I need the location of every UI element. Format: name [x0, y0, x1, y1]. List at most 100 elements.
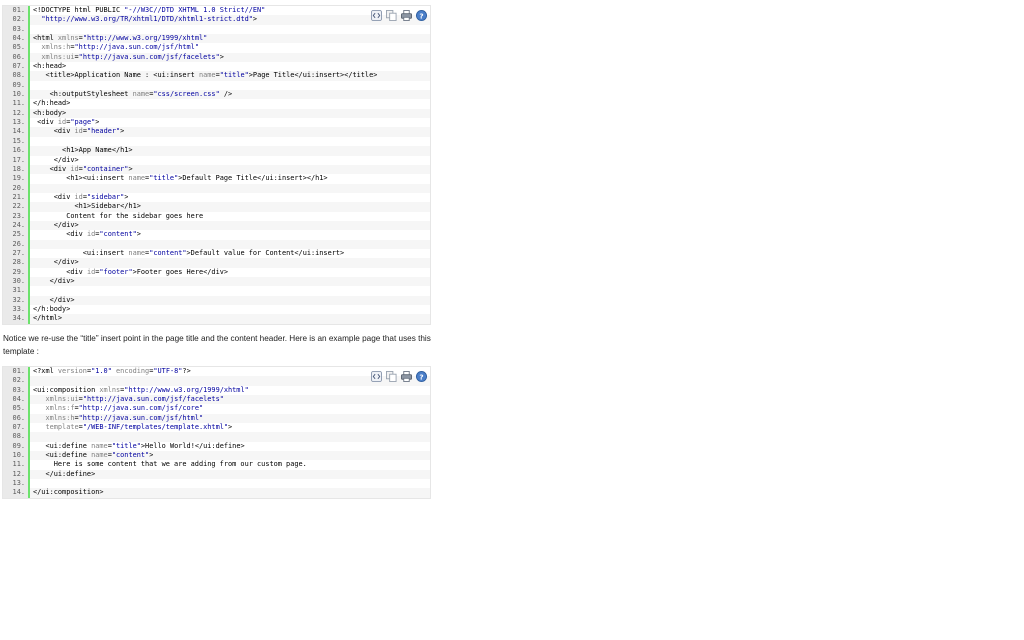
- code-text: </ui:define>: [33, 469, 96, 478]
- line-number: 27.: [3, 248, 30, 259]
- code-text: Here is some content that we are adding …: [33, 460, 307, 469]
- code-toolbar: ?: [370, 370, 427, 382]
- code-line: 27. <ui:insert name="content">Default va…: [3, 248, 430, 259]
- code-line: 26.: [3, 239, 430, 249]
- code-line: 25. <div id="content">: [3, 230, 430, 240]
- code-line: 13.: [3, 479, 430, 489]
- help-icon[interactable]: ?: [415, 370, 427, 382]
- line-number: 07.: [3, 62, 30, 72]
- line-number: 01.: [3, 367, 30, 377]
- code-line: 15.: [3, 136, 430, 147]
- code-text: <h1>Sidebar</h1>: [33, 202, 141, 211]
- code-text: <div id="footer">Footer goes Here</div>: [33, 267, 229, 276]
- print-icon[interactable]: [400, 370, 412, 382]
- code-text: <ui:insert name="content">Default value …: [33, 248, 345, 257]
- copy-icon[interactable]: [385, 9, 397, 21]
- code-text: <div id="container">: [33, 164, 133, 173]
- line-number: 10.: [3, 451, 30, 461]
- line-number: 05.: [3, 404, 30, 414]
- code-line: 18. <div id="container">: [3, 164, 430, 175]
- code-text: <h:body>: [33, 108, 67, 117]
- code-text: </h:body>: [33, 305, 71, 313]
- code-line: 21. <div id="sidebar">: [3, 192, 430, 203]
- code-line: 10. <h:outputStylesheet name="css/screen…: [3, 90, 430, 100]
- code-text: xmlns:ui="http://java.sun.com/jsf/facele…: [41, 52, 224, 61]
- code-line: 23. Content for the sidebar goes here: [3, 211, 430, 221]
- code-text: <div id="content">: [33, 230, 141, 239]
- code-text: template="/WEB-INF/templates/template.xh…: [45, 423, 233, 432]
- code-line: 09. <ui:define name="title">Hello World!…: [3, 441, 430, 452]
- code-line: 33. </h:body>: [3, 305, 430, 315]
- code-line: 32. </div>: [3, 295, 430, 305]
- line-number: 32.: [3, 295, 30, 305]
- code-line: 19. <h1><ui:insert name="title">Default …: [3, 174, 430, 184]
- code-text: xmlns:h="http://java.sun.com/jsf/html": [41, 43, 199, 52]
- code-block-example: ? 01. <?xml version="1.0" encoding="UTF-8…: [2, 366, 431, 499]
- line-number: 01.: [3, 6, 30, 16]
- line-number: 13.: [3, 479, 30, 489]
- code-text: <div id="header">: [33, 127, 125, 136]
- code-text: <html xmlns="http://www.w3.org/1999/xhtm…: [33, 34, 208, 43]
- code-text: <h:head>: [33, 62, 67, 71]
- code-text: "http://www.w3.org/TR/xhtml1/DTD/xhtml1-…: [41, 15, 258, 24]
- svg-text:?: ?: [419, 11, 423, 20]
- code-text: Content for the sidebar goes here: [33, 211, 204, 220]
- code-text: <div id="page">: [33, 118, 100, 127]
- line-number: 14.: [3, 488, 30, 498]
- code-line: 02.: [3, 376, 430, 386]
- line-number: 26.: [3, 239, 30, 249]
- code-line: 12. <h:body>: [3, 108, 430, 119]
- code-lines: 01. <!DOCTYPE html PUBLIC "-//W3C//DTD XH…: [3, 6, 430, 324]
- code-text: </div>: [33, 258, 79, 267]
- line-number: 24.: [3, 220, 30, 231]
- code-text: <ui:define name="content">: [33, 451, 154, 460]
- code-line: 04. <html xmlns="http://www.w3.org/1999/x…: [3, 34, 430, 44]
- line-number: 34.: [3, 314, 30, 324]
- code-text: <h:outputStylesheet name="css/screen.css…: [33, 90, 233, 99]
- code-line: 04. xmlns:ui="http://java.sun.com/jsf/fa…: [3, 395, 430, 405]
- line-number: 18.: [3, 164, 30, 175]
- code-text: <title>Application Name : <ui:insert nam…: [33, 71, 378, 80]
- code-line: 22. <h1>Sidebar</h1>: [3, 202, 430, 212]
- line-number: 08.: [3, 432, 30, 442]
- code-text: </div>: [33, 276, 75, 285]
- code-line: 31.: [3, 286, 430, 296]
- print-icon[interactable]: [400, 9, 412, 21]
- line-number: 31.: [3, 286, 30, 296]
- code-text: <div id="sidebar">: [33, 192, 129, 201]
- code-line: 01. <!DOCTYPE html PUBLIC "-//W3C//DTD XH…: [3, 6, 430, 16]
- code-text: </html>: [33, 314, 63, 323]
- code-line: 06. xmlns:ui="http://java.sun.com/jsf/fa…: [3, 52, 430, 63]
- line-number: 06.: [3, 413, 30, 424]
- code-text: xmlns:ui="http://java.sun.com/jsf/facele…: [45, 395, 224, 404]
- help-icon[interactable]: ?: [415, 9, 427, 21]
- view-source-icon[interactable]: [370, 9, 382, 21]
- line-number: 05.: [3, 43, 30, 53]
- line-number: 08.: [3, 71, 30, 81]
- code-text: <?xml version="1.0" encoding="UTF-8"?>: [33, 367, 191, 375]
- line-number: 11.: [3, 460, 30, 470]
- code-line: 28. </div>: [3, 258, 430, 268]
- code-line: 29. <div id="footer">Footer goes Here</d…: [3, 267, 430, 277]
- line-number: 20.: [3, 183, 30, 193]
- code-line: 24. </div>: [3, 220, 430, 231]
- code-lines: 01. <?xml version="1.0" encoding="UTF-8"?…: [3, 367, 430, 498]
- line-number: 25.: [3, 230, 30, 240]
- line-number: 22.: [3, 202, 30, 212]
- code-line: 10. <ui:define name="content">: [3, 451, 430, 461]
- code-text: <h1>App Name</h1>: [33, 146, 133, 155]
- line-number: 09.: [3, 441, 30, 452]
- code-line: 09.: [3, 80, 430, 91]
- view-source-icon[interactable]: [370, 370, 382, 382]
- line-number: 33.: [3, 305, 30, 315]
- code-line: 34. </html>: [3, 314, 430, 324]
- copy-icon[interactable]: [385, 370, 397, 382]
- code-line: 16. <h1>App Name</h1>: [3, 146, 430, 156]
- line-number: 03.: [3, 24, 30, 35]
- line-number: 11.: [3, 99, 30, 109]
- code-line: 12. </ui:define>: [3, 469, 430, 480]
- code-text: </div>: [33, 295, 75, 304]
- code-text: xmlns:h="http://java.sun.com/jsf/html": [45, 413, 204, 422]
- code-text: <ui:composition xmlns="http://www.w3.org…: [33, 385, 249, 394]
- line-number: 07.: [3, 423, 30, 433]
